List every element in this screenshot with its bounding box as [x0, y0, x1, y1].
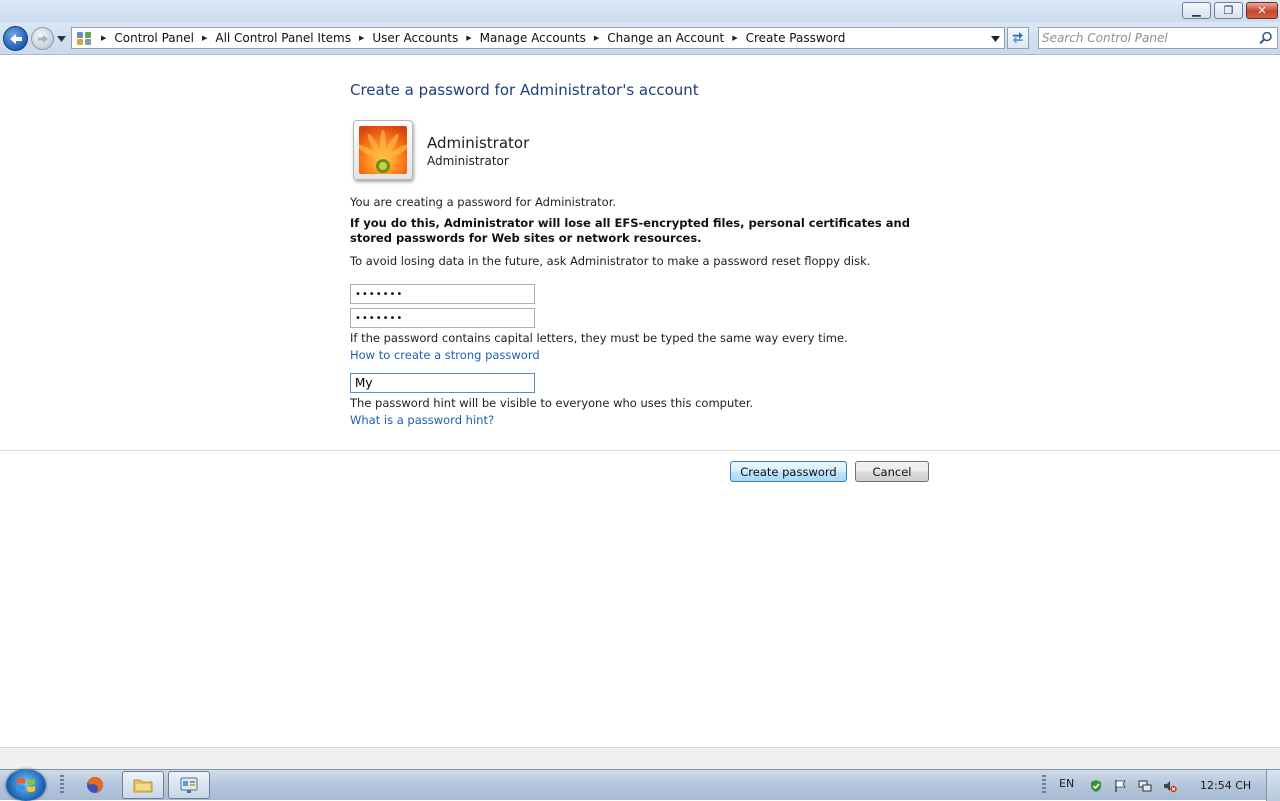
start-button[interactable]: [6, 769, 46, 801]
breadcrumb-separator-icon[interactable]: ▶: [466, 34, 471, 42]
language-indicator[interactable]: EN: [1059, 777, 1074, 790]
password-hint-help-link[interactable]: What is a password hint?: [350, 413, 494, 427]
new-password-field[interactable]: [350, 284, 535, 304]
refresh-icon: [1012, 32, 1023, 44]
hint-visibility-note: The password hint will be visible to eve…: [350, 396, 754, 410]
breadcrumb-separator-icon[interactable]: ▶: [202, 34, 207, 42]
confirm-password-input[interactable]: [355, 310, 530, 326]
refresh-button[interactable]: [1007, 27, 1029, 49]
taskbar: EN 12:54 CH: [0, 769, 1280, 801]
recent-pages-dropdown[interactable]: [57, 32, 67, 44]
restore-button[interactable]: ❐: [1214, 2, 1243, 19]
user-avatar: [353, 120, 413, 180]
breadcrumb-user-accounts[interactable]: User Accounts: [372, 31, 458, 45]
capital-letters-note: If the password contains capital letters…: [350, 331, 848, 345]
network-icon[interactable]: [1138, 779, 1152, 793]
intro-text: You are creating a password for Administ…: [350, 195, 617, 209]
breadcrumb-control-panel[interactable]: Control Panel: [114, 31, 194, 45]
back-arrow-icon: [9, 33, 22, 44]
control-panel-icon: [75, 30, 93, 46]
forward-button[interactable]: [31, 27, 54, 50]
search-box[interactable]: [1038, 27, 1278, 49]
volume-muted-icon[interactable]: [1163, 779, 1177, 793]
address-history-dropdown[interactable]: [991, 32, 1000, 44]
new-password-input[interactable]: [355, 286, 530, 302]
taskbar-explorer-button[interactable]: [122, 771, 164, 799]
content-divider: [0, 450, 1280, 451]
search-icon[interactable]: [1259, 31, 1273, 45]
breadcrumb-separator-icon[interactable]: ▶: [732, 34, 737, 42]
breadcrumb-all-items[interactable]: All Control Panel Items: [215, 31, 351, 45]
efs-warning-text: If you do this, Administrator will lose …: [350, 216, 910, 245]
firefox-icon: [87, 776, 103, 793]
system-clock[interactable]: 12:54 CH: [1200, 779, 1251, 792]
navigation-bar: ▶ Control Panel ▶ All Control Panel Item…: [0, 22, 1280, 55]
account-type: Administrator: [427, 154, 509, 168]
forward-arrow-icon: [37, 34, 48, 43]
strong-password-link[interactable]: How to create a strong password: [350, 348, 540, 362]
breadcrumb-separator-icon[interactable]: ▶: [359, 34, 364, 42]
action-center-flag-icon[interactable]: [1113, 779, 1127, 793]
minimize-button[interactable]: ▁: [1182, 2, 1211, 19]
password-hint-field[interactable]: [350, 373, 535, 393]
breadcrumb-separator-icon[interactable]: ▶: [101, 34, 106, 42]
chevron-down-icon: [991, 36, 1000, 42]
account-name: Administrator: [427, 134, 530, 152]
show-desktop-button[interactable]: [1266, 770, 1280, 801]
address-bar[interactable]: ▶ Control Panel ▶ All Control Panel Item…: [71, 27, 1005, 49]
flower-picture-icon: [359, 126, 407, 174]
page-title: Create a password for Administrator's ac…: [350, 81, 699, 99]
cancel-button[interactable]: Cancel: [855, 461, 929, 482]
taskbar-control-panel-button[interactable]: [168, 771, 210, 799]
window-status-bar: [0, 747, 1280, 769]
breadcrumb-manage-accounts[interactable]: Manage Accounts: [480, 31, 586, 45]
control-panel-window-icon: [180, 777, 198, 793]
explorer-folder-icon: [133, 779, 153, 793]
window-title-bar: ▁ ❐ ✕: [0, 0, 1280, 22]
back-button[interactable]: [3, 26, 28, 51]
security-shield-icon[interactable]: [1089, 779, 1103, 793]
password-hint-input[interactable]: [355, 375, 530, 391]
taskbar-firefox-button[interactable]: [74, 771, 116, 799]
breadcrumb-separator-icon[interactable]: ▶: [594, 34, 599, 42]
taskbar-grip[interactable]: [60, 775, 64, 795]
tray-grip[interactable]: [1042, 775, 1046, 795]
create-password-button[interactable]: Create password: [730, 461, 847, 482]
close-button[interactable]: ✕: [1246, 2, 1278, 19]
breadcrumb-change-account[interactable]: Change an Account: [607, 31, 724, 45]
windows-logo-icon: [17, 778, 35, 792]
breadcrumb-create-password[interactable]: Create Password: [746, 31, 846, 45]
confirm-password-field[interactable]: [350, 308, 535, 328]
reset-disk-advice: To avoid losing data in the future, ask …: [350, 254, 871, 268]
search-input[interactable]: [1042, 30, 1247, 46]
chevron-down-icon: [57, 36, 66, 42]
